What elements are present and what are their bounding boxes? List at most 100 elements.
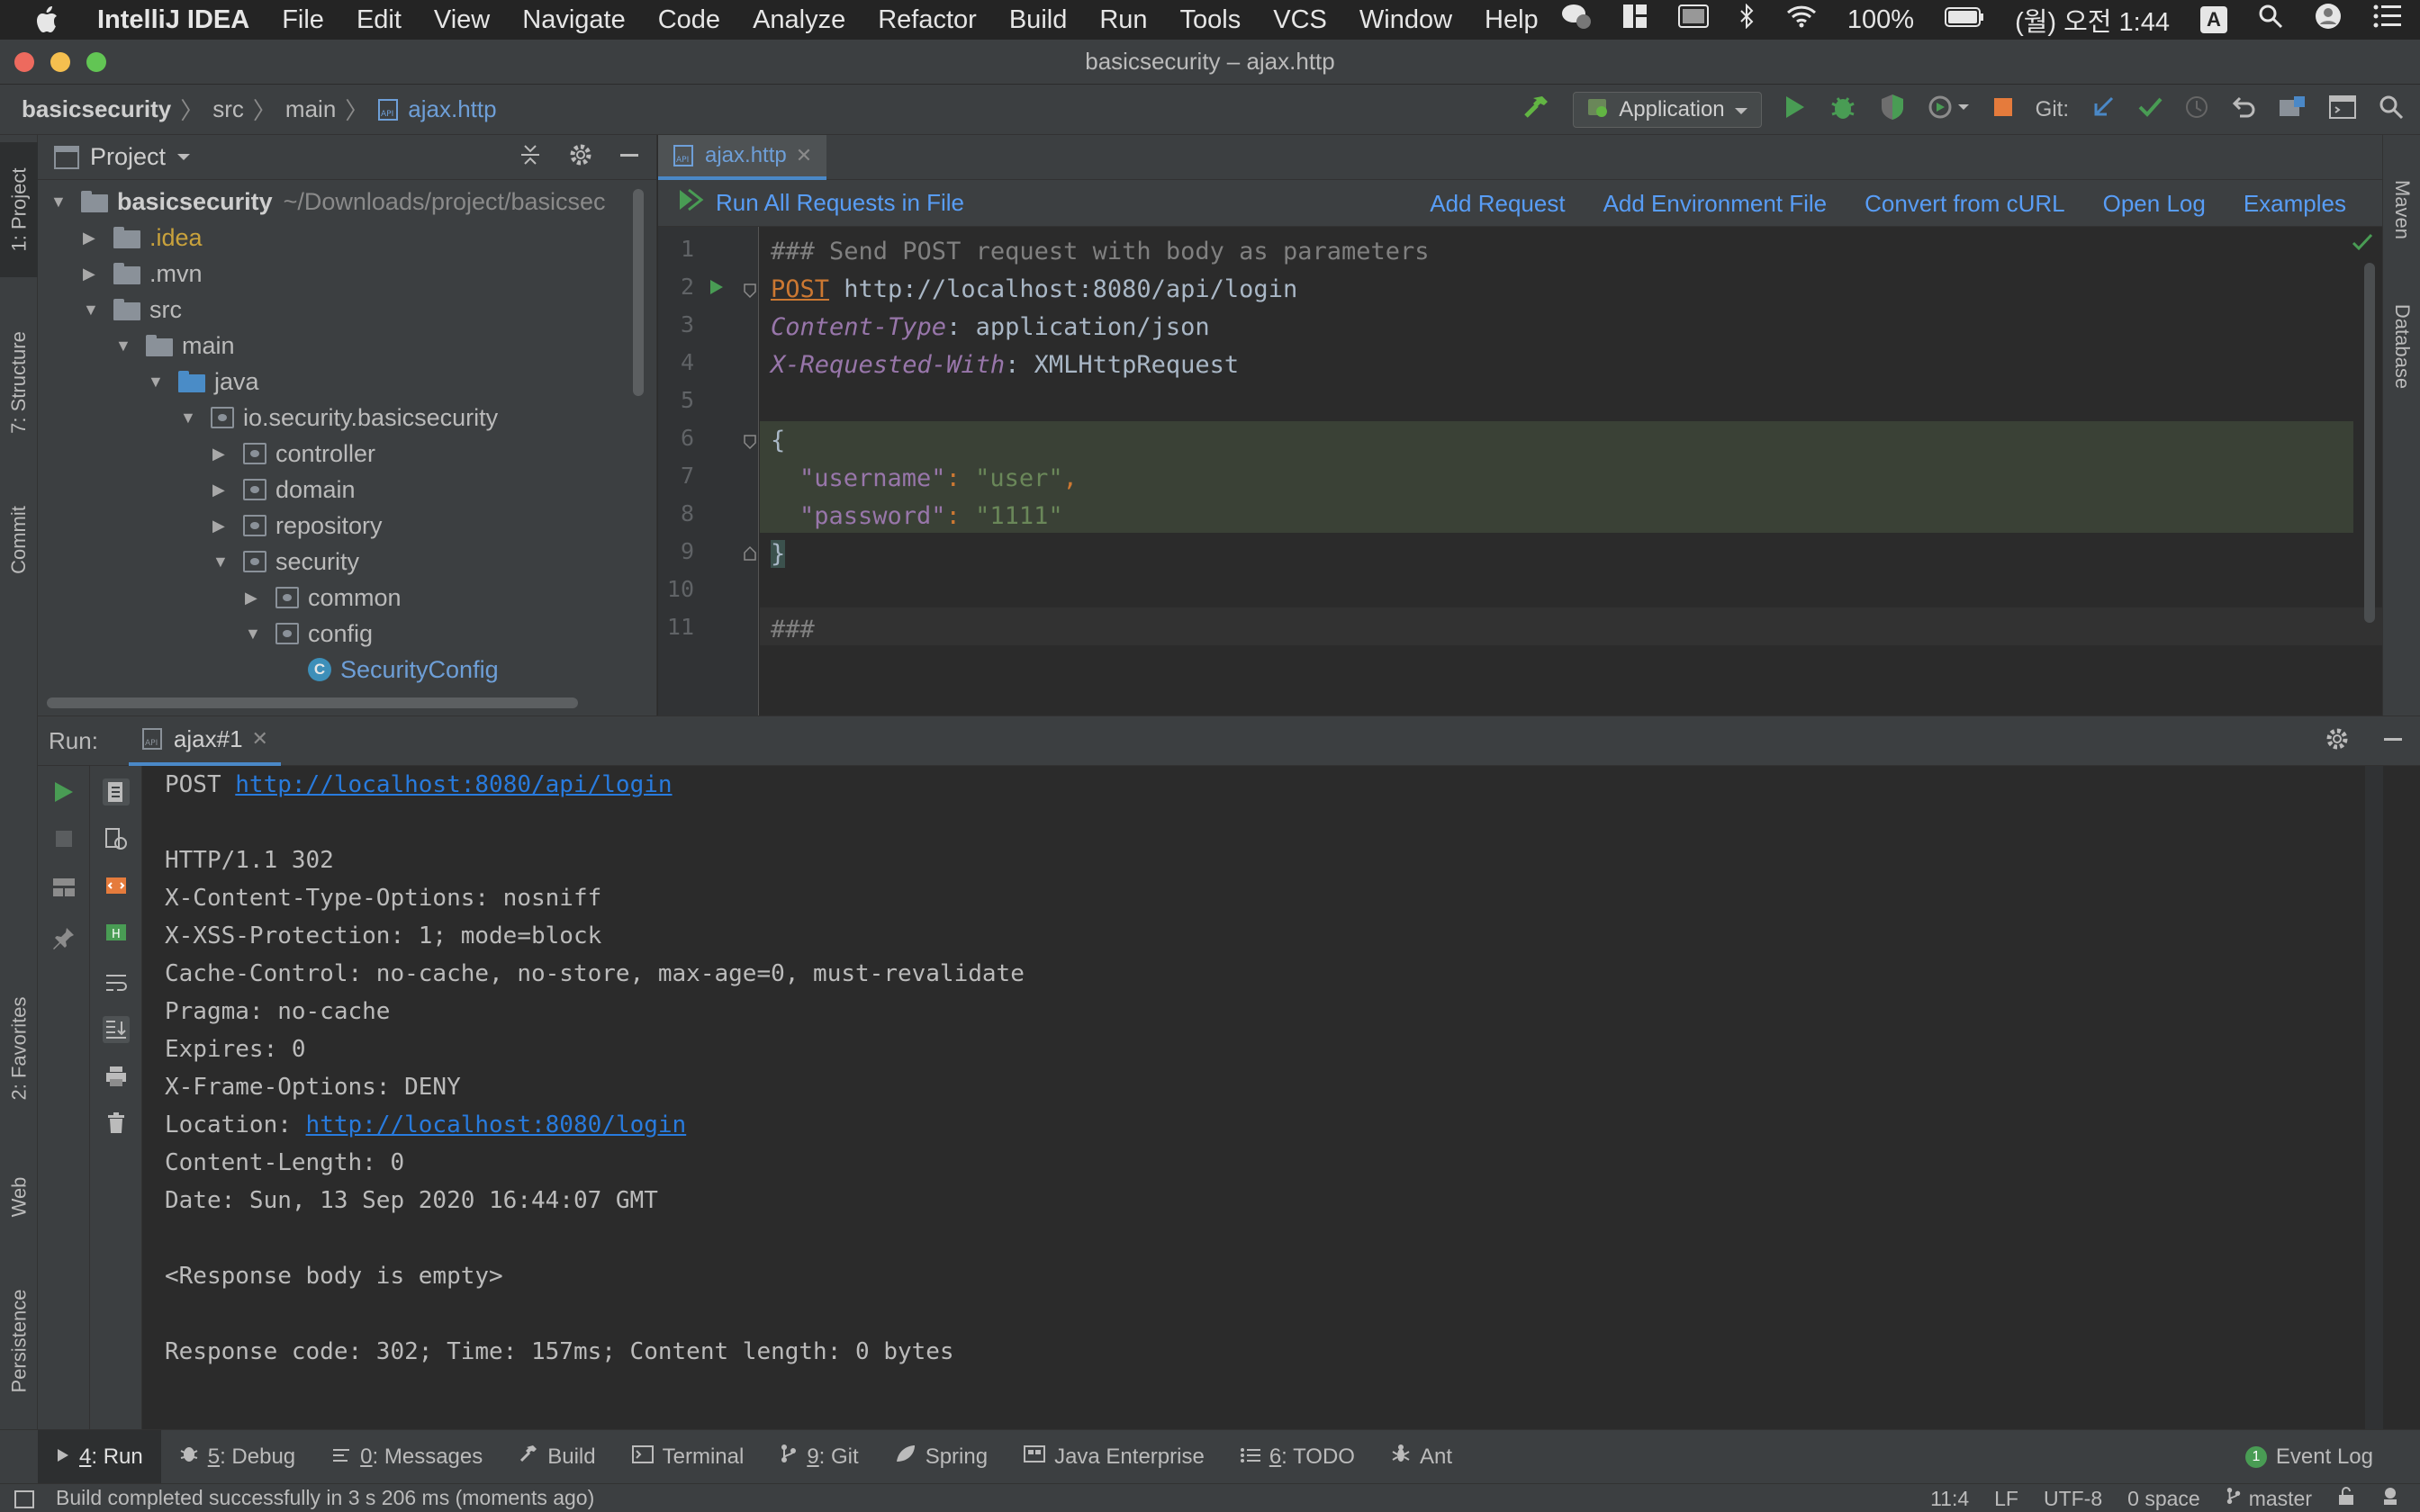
expanded-arrow-icon[interactable]: ▼ (115, 337, 135, 356)
apple-icon[interactable] (34, 5, 65, 34)
expanded-arrow-icon[interactable]: ▼ (148, 373, 167, 392)
run-tab-ajax[interactable]: API ajax#1 ✕ (128, 716, 281, 766)
fold-marker-icon[interactable] (743, 283, 757, 302)
spotlight-search-icon[interactable] (2258, 4, 2283, 36)
tree-item-java[interactable]: ▼ java (148, 364, 259, 400)
stop-disabled-icon[interactable] (50, 825, 77, 852)
inspector-icon[interactable] (2380, 1486, 2400, 1511)
wifi-icon[interactable] (1786, 4, 1817, 35)
editor-tab-ajax-http[interactable]: API ajax.http ✕ (658, 135, 827, 180)
run-request-gutter-icon[interactable] (709, 278, 725, 300)
view-headers-icon[interactable]: H (103, 919, 130, 946)
fold-marker-icon[interactable] (743, 545, 757, 565)
tool-git-button[interactable]: 9: Git (762, 1430, 876, 1484)
tree-item-controller[interactable]: ▶ controller (212, 436, 375, 472)
trash-icon[interactable] (103, 1110, 130, 1137)
tree-item-project-root[interactable]: ▼ basicsecurity ~/Downloads/project/basi… (50, 184, 606, 220)
git-history-clock-icon[interactable] (2184, 94, 2209, 126)
minimize-panel-icon[interactable] (2382, 728, 2404, 756)
menu-code[interactable]: Code (658, 5, 720, 35)
add-environment-file-link[interactable]: Add Environment File (1603, 190, 1828, 218)
fold-marker-icon[interactable] (743, 434, 757, 454)
scroll-to-end-icon[interactable] (103, 1016, 130, 1043)
line-separator[interactable]: LF (1994, 1487, 2018, 1511)
breadcrumb-main[interactable]: main (285, 95, 336, 123)
chat-status-icon[interactable] (1561, 3, 1592, 37)
run-configuration-selector[interactable]: Application (1573, 92, 1762, 128)
close-window-button[interactable] (14, 52, 34, 72)
project-structure-icon[interactable] (2278, 94, 2307, 126)
search-everywhere-icon[interactable] (2379, 94, 2404, 126)
menu-file[interactable]: File (282, 5, 324, 35)
close-tab-icon[interactable]: ✕ (252, 727, 268, 751)
rerun-icon[interactable] (50, 778, 77, 806)
menu-vcs[interactable]: VCS (1273, 5, 1327, 35)
gear-icon[interactable] (2325, 726, 2350, 758)
response-file-icon[interactable] (103, 778, 130, 806)
tool-tab-database[interactable]: Database (2383, 274, 2420, 418)
git-update-icon[interactable] (2090, 94, 2116, 126)
run-all-requests-button[interactable]: Run All Requests in File (678, 188, 964, 218)
tree-item-package-root[interactable]: ▼ io.security.basicsecurity (180, 400, 498, 436)
minimize-window-button[interactable] (50, 52, 70, 72)
tool-terminal-button[interactable]: Terminal (614, 1430, 763, 1484)
tree-item-domain[interactable]: ▶ domain (212, 472, 356, 508)
breadcrumb-project[interactable]: basicsecurity (22, 95, 171, 123)
location-url-link[interactable]: http://localhost:8080/login (306, 1112, 687, 1138)
menu-navigate[interactable]: Navigate (522, 5, 625, 35)
project-panel-title[interactable]: Project (90, 143, 166, 171)
menu-view[interactable]: View (434, 5, 490, 35)
collapsed-arrow-icon[interactable]: ▶ (83, 229, 103, 248)
open-log-link[interactable]: Open Log (2103, 190, 2206, 218)
menu-refactor[interactable]: Refactor (878, 5, 977, 35)
menu-build[interactable]: Build (1009, 5, 1068, 35)
collapsed-arrow-icon[interactable]: ▶ (245, 589, 265, 608)
tool-java-enterprise-button[interactable]: Java Enterprise (1006, 1430, 1223, 1484)
tool-tab-web[interactable]: Web (0, 1148, 38, 1246)
tool-todo-button[interactable]: 6: TODO (1223, 1430, 1373, 1484)
tree-item-mvn[interactable]: ▶ .mvn (83, 256, 203, 292)
soft-wrap-icon[interactable] (103, 969, 130, 996)
view-html-icon[interactable] (103, 872, 130, 899)
lock-icon[interactable] (2337, 1486, 2355, 1511)
profiler-icon[interactable] (1928, 94, 1971, 127)
pin-icon[interactable] (50, 924, 77, 951)
bluetooth-icon[interactable] (1739, 3, 1756, 36)
tool-tab-favorites[interactable]: 2: Favorites (0, 968, 38, 1130)
layout-icon[interactable] (1622, 4, 1648, 36)
tree-item-idea[interactable]: ▶ .idea (83, 220, 203, 256)
tool-tab-project[interactable]: 1: Project (0, 142, 38, 277)
git-commit-check-icon[interactable] (2137, 94, 2163, 126)
tool-tab-commit[interactable]: Commit (0, 482, 38, 598)
convert-from-curl-link[interactable]: Convert from cURL (1865, 190, 2065, 218)
add-request-link[interactable]: Add Request (1430, 190, 1565, 218)
gear-icon[interactable] (568, 142, 593, 174)
collapsed-arrow-icon[interactable]: ▶ (83, 265, 103, 284)
file-encoding[interactable]: UTF-8 (2044, 1487, 2102, 1511)
menubar-clock[interactable]: (월) 오전 1:44 (2015, 1, 2170, 39)
expanded-arrow-icon[interactable]: ▼ (50, 193, 70, 212)
indent-setting[interactable]: 0 space (2127, 1487, 2200, 1511)
request-url-link[interactable]: http://localhost:8080/api/login (235, 771, 672, 798)
history-settings-icon[interactable] (103, 825, 130, 852)
menu-help[interactable]: Help (1485, 5, 1539, 35)
collapse-all-icon[interactable] (518, 142, 543, 174)
tool-run-button[interactable]: 4: Run (38, 1429, 161, 1484)
breadcrumb-file[interactable]: ajax.http (408, 95, 496, 123)
expanded-arrow-icon[interactable]: ▼ (180, 409, 200, 428)
event-log-button[interactable]: 1 Event Log (2244, 1430, 2373, 1484)
expanded-arrow-icon[interactable]: ▼ (212, 553, 232, 572)
debug-bug-icon[interactable] (1829, 93, 1857, 128)
expanded-arrow-icon[interactable]: ▼ (245, 625, 265, 644)
tool-build-button[interactable]: Build (501, 1430, 613, 1484)
menu-analyze[interactable]: Analyze (753, 5, 845, 35)
tool-tab-maven[interactable]: Maven (2383, 142, 2420, 277)
terminal-window-icon[interactable] (2328, 94, 2357, 126)
expanded-arrow-icon[interactable]: ▼ (83, 301, 103, 320)
tree-horizontal-scrollbar[interactable] (47, 698, 578, 708)
code-editor[interactable]: 1 2 3 4 5 6 7 8 9 10 11 ### Send POST re… (658, 227, 2382, 716)
toggle-tool-windows-icon[interactable] (14, 1490, 34, 1512)
display-icon[interactable] (1677, 4, 1709, 35)
tree-item-src[interactable]: ▼ src (83, 292, 182, 328)
tool-debug-button[interactable]: 5: Debug (161, 1430, 313, 1484)
